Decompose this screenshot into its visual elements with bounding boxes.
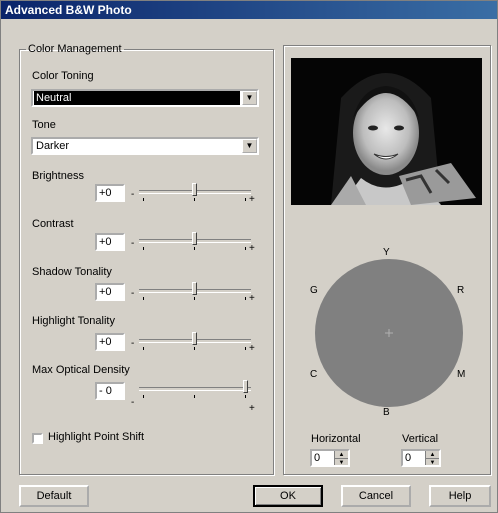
slider-plus: +	[249, 343, 255, 354]
slider-minus: -	[131, 288, 135, 299]
down-arrow-icon[interactable]: ▼	[335, 459, 348, 467]
horizontal-spinner[interactable]: ▲ ▼	[334, 451, 348, 467]
slider-plus: +	[249, 293, 255, 304]
color-toning-select[interactable]: Neutral ▼	[31, 89, 259, 107]
slider-thumb[interactable]	[192, 232, 197, 245]
color-management-group: Color Management	[19, 43, 274, 475]
color-management-legend: Color Management	[28, 43, 122, 55]
tone-select[interactable]: Darker ▼	[31, 137, 259, 155]
max-optical-density-field[interactable]: - 0	[95, 382, 125, 400]
slider-thumb[interactable]	[192, 332, 197, 345]
color-wheel[interactable]	[314, 258, 464, 408]
slider-minus: -	[131, 338, 135, 349]
highlight-tonality-slider[interactable]	[139, 330, 257, 352]
up-arrow-icon[interactable]: ▲	[335, 451, 348, 459]
title-bar: Advanced B&W Photo	[1, 1, 497, 19]
contrast-field[interactable]: +0	[95, 233, 125, 251]
slider-minus: -	[131, 397, 135, 408]
highlight-tonality-field[interactable]: +0	[95, 333, 125, 351]
highlight-tonality-label: Highlight Tonality	[32, 315, 115, 327]
vertical-field[interactable]: 0 ▲ ▼	[401, 449, 441, 467]
max-optical-density-slider[interactable]	[139, 378, 257, 400]
slider-thumb[interactable]	[192, 282, 197, 295]
highlight-point-shift-label[interactable]: Highlight Point Shift	[48, 431, 144, 443]
contrast-label: Contrast	[32, 218, 74, 230]
shadow-tonality-label: Shadow Tonality	[32, 266, 112, 278]
shadow-tonality-slider[interactable]	[139, 280, 257, 302]
down-arrow-icon[interactable]: ▼	[426, 459, 439, 467]
slider-plus: +	[249, 403, 255, 414]
tone-label: Tone	[32, 119, 56, 131]
chevron-down-icon[interactable]: ▼	[242, 91, 257, 105]
slider-plus: +	[249, 194, 255, 205]
color-toning-label: Color Toning	[32, 70, 94, 82]
brightness-slider[interactable]	[139, 181, 257, 203]
slider-thumb[interactable]	[243, 380, 248, 393]
slider-plus: +	[249, 243, 255, 254]
wheel-label-b: B	[383, 407, 390, 418]
slider-minus: -	[131, 189, 135, 200]
help-button[interactable]: Help	[429, 485, 491, 507]
contrast-slider[interactable]	[139, 230, 257, 252]
up-arrow-icon[interactable]: ▲	[426, 451, 439, 459]
horizontal-label: Horizontal	[311, 433, 361, 445]
brightness-label: Brightness	[32, 170, 84, 182]
chevron-down-icon[interactable]: ▼	[242, 139, 257, 153]
tone-value: Darker	[36, 140, 70, 152]
preview-photo	[291, 58, 482, 205]
highlight-point-shift-checkbox[interactable]	[32, 433, 43, 444]
cancel-button[interactable]: Cancel	[341, 485, 411, 507]
default-button[interactable]: Default	[19, 485, 89, 507]
horizontal-field[interactable]: 0 ▲ ▼	[310, 449, 350, 467]
max-optical-density-label: Max Optical Density	[32, 364, 130, 376]
color-toning-value: Neutral	[34, 91, 240, 105]
vertical-value: 0	[405, 452, 412, 464]
vertical-spinner[interactable]: ▲ ▼	[425, 451, 439, 467]
brightness-field[interactable]: +0	[95, 184, 125, 202]
slider-minus: -	[131, 238, 135, 249]
vertical-label: Vertical	[402, 433, 439, 445]
horizontal-value: 0	[314, 452, 321, 464]
ok-button[interactable]: OK	[253, 485, 323, 507]
advanced-bw-photo-dialog: Advanced B&W Photo Color Management Colo…	[0, 0, 498, 513]
shadow-tonality-field[interactable]: +0	[95, 283, 125, 301]
wheel-label-y: Y	[383, 247, 390, 258]
slider-thumb[interactable]	[192, 183, 197, 196]
portrait-image	[291, 58, 482, 205]
